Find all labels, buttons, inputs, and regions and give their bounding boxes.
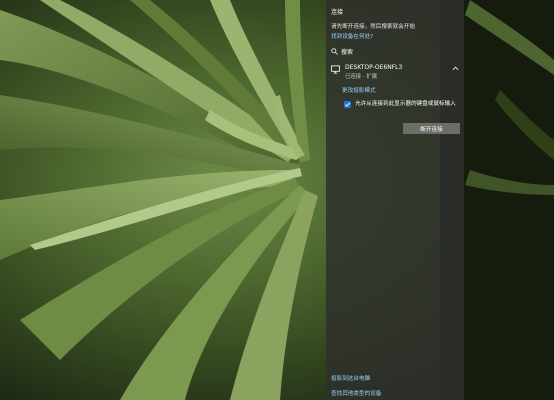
connect-panel: 连接 请先断开连接，然后搜索就会开始 找到设备在何处? 搜索 DESKTOP-O… [326, 0, 464, 400]
disconnect-button[interactable]: 断开连接 [403, 123, 460, 134]
allow-input-label: 允许从连接到此显示器的键盘或鼠标输入 [355, 101, 456, 107]
search-row[interactable]: 搜索 [331, 46, 459, 56]
device-name: DESKTOP-OE6NFL3 [345, 64, 403, 71]
panel-description: 请先断开连接，然后搜索就会开始 [331, 24, 415, 30]
project-to-pc-link[interactable]: 投影到这台电脑 [331, 374, 370, 382]
search-label: 搜索 [341, 48, 354, 56]
desktop-wallpaper [0, 0, 554, 400]
change-projection-mode-link[interactable]: 更改投影模式 [342, 86, 376, 94]
monitor-icon [331, 65, 340, 74]
find-other-device-link[interactable]: 查找其他类型的设备 [331, 389, 381, 397]
device-item[interactable]: DESKTOP-OE6NFL3 已连接 · 扩展 [331, 63, 461, 83]
plant-leaves-illustration [0, 0, 554, 400]
chevron-up-icon[interactable] [452, 66, 459, 71]
panel-title: 连接 [331, 9, 344, 16]
device-status: 已连接 · 扩展 [345, 74, 378, 80]
find-device-link[interactable]: 找到设备在何处? [331, 32, 373, 40]
checkmark-icon [344, 102, 351, 107]
allow-input-checkbox[interactable] [344, 101, 351, 108]
search-icon [331, 47, 338, 55]
